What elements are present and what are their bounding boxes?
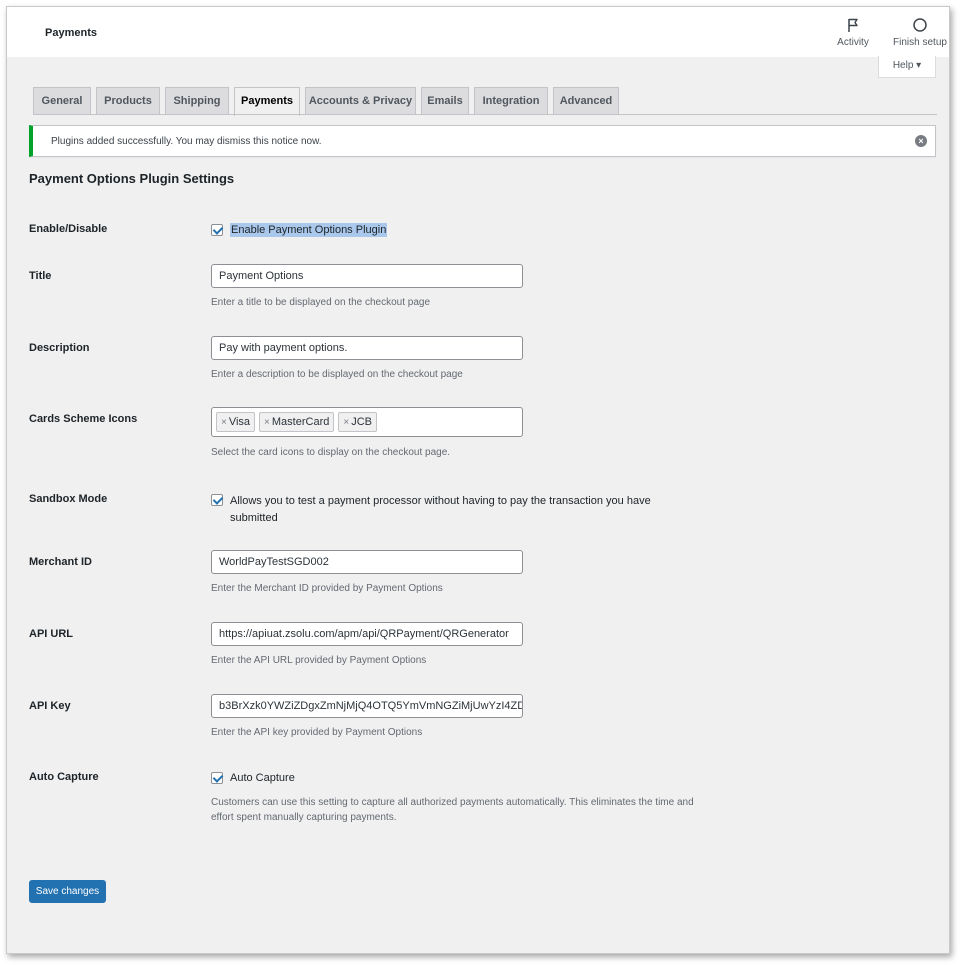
admin-window: Payments Activity Finish setup Help ▾ Ge… [6,6,950,954]
enable-field: Enable Payment Options Plugin [211,223,388,237]
finish-setup-button[interactable]: Finish setup [889,17,949,48]
api-url-label: API URL [29,628,73,640]
card-chip-label: Visa [228,416,251,428]
success-notice: Plugins added successfully. You may dism… [29,125,936,157]
enable-checkbox-label[interactable]: Enable Payment Options Plugin [230,223,388,237]
top-bar: Payments Activity Finish setup [7,7,949,57]
finish-setup-label: Finish setup [893,37,947,48]
description-field: Pay with payment options. Enter a descri… [211,336,523,382]
sandbox-label: Sandbox Mode [29,493,108,505]
remove-icon[interactable]: × [343,417,349,428]
cards-label: Cards Scheme Icons [29,413,138,425]
remove-icon[interactable]: × [221,417,227,428]
auto-capture-checkbox[interactable] [211,772,223,784]
api-url-field: https://apiuat.zsolu.com/apm/api/QRPayme… [211,622,523,668]
remove-icon[interactable]: × [264,417,270,428]
api-key-field: b3BrXzk0YWZiZDgxZmNjMjQ4OTQ5YmVmNGZiMjUw… [211,694,523,740]
auto-capture-description: Customers can use this setting to captur… [211,797,694,823]
activity-button[interactable]: Activity [833,17,873,48]
save-changes-button[interactable]: Save changes [29,880,106,903]
api-key-description: Enter the API key provided by Payment Op… [211,727,423,738]
tabs-divider [33,114,937,115]
api-key-label: API Key [29,700,71,712]
title-input[interactable]: Payment Options [211,264,523,288]
dismiss-icon[interactable]: × [915,135,927,147]
page-title: Payments [45,27,97,39]
tab-general[interactable]: General [33,87,91,115]
sandbox-field: Allows you to test a payment processor w… [211,493,671,527]
merchant-label: Merchant ID [29,556,92,568]
cards-field: × Visa × MasterCard × JCB Select the card i… [211,407,523,460]
title-field: Payment Options Enter a title to be disp… [211,264,523,310]
merchant-id-input[interactable]: WorldPayTestSGD002 [211,550,523,574]
card-chip[interactable]: × MasterCard [259,412,335,432]
auto-capture-label: Auto Capture [29,771,99,783]
auto-capture-checkbox-label[interactable]: Auto Capture [230,771,295,785]
tab-products[interactable]: Products [96,87,160,115]
notice-message: Plugins added successfully. You may dism… [51,136,322,147]
tab-payments[interactable]: Payments [234,87,300,116]
enable-label: Enable/Disable [29,223,108,235]
description-input[interactable]: Pay with payment options. [211,336,523,360]
sandbox-checkbox-label[interactable]: Allows you to test a payment processor w… [230,493,670,527]
circle-icon [913,18,927,32]
title-description: Enter a title to be displayed on the che… [211,297,431,308]
help-button[interactable]: Help ▾ [878,56,936,78]
api-url-description: Enter the API URL provided by Payment Op… [211,655,427,666]
activity-label: Activity [837,37,869,48]
tab-integration[interactable]: Integration [474,87,548,115]
enable-checkbox[interactable] [211,224,223,236]
title-label: Title [29,270,52,282]
card-chip-label: JCB [351,416,372,428]
merchant-description: Enter the Merchant ID provided by Paymen… [211,583,443,594]
description-description: Enter a description to be displayed on t… [211,369,463,380]
card-chip[interactable]: × JCB [338,412,377,432]
cards-description: Select the card icons to display on the … [211,447,451,458]
card-chip[interactable]: × Visa [216,412,256,432]
auto-capture-field: Auto Capture Customers can use this sett… [211,771,711,825]
tab-accounts-privacy[interactable]: Accounts & Privacy [305,87,416,115]
api-key-input[interactable]: b3BrXzk0YWZiZDgxZmNjMjQ4OTQ5YmVmNGZiMjUw… [211,694,523,718]
merchant-field: WorldPayTestSGD002 Enter the Merchant ID… [211,550,523,596]
tab-shipping[interactable]: Shipping [165,87,229,115]
section-title: Payment Options Plugin Settings [29,171,235,186]
description-label: Description [29,342,90,354]
tab-advanced[interactable]: Advanced [553,87,619,115]
flag-icon [848,18,858,32]
card-chip-label: MasterCard [271,416,330,428]
cards-multiselect[interactable]: × Visa × MasterCard × JCB [211,407,523,437]
api-url-input[interactable]: https://apiuat.zsolu.com/apm/api/QRPayme… [211,622,523,646]
tab-emails[interactable]: Emails [421,87,469,115]
sandbox-checkbox[interactable] [211,494,223,506]
